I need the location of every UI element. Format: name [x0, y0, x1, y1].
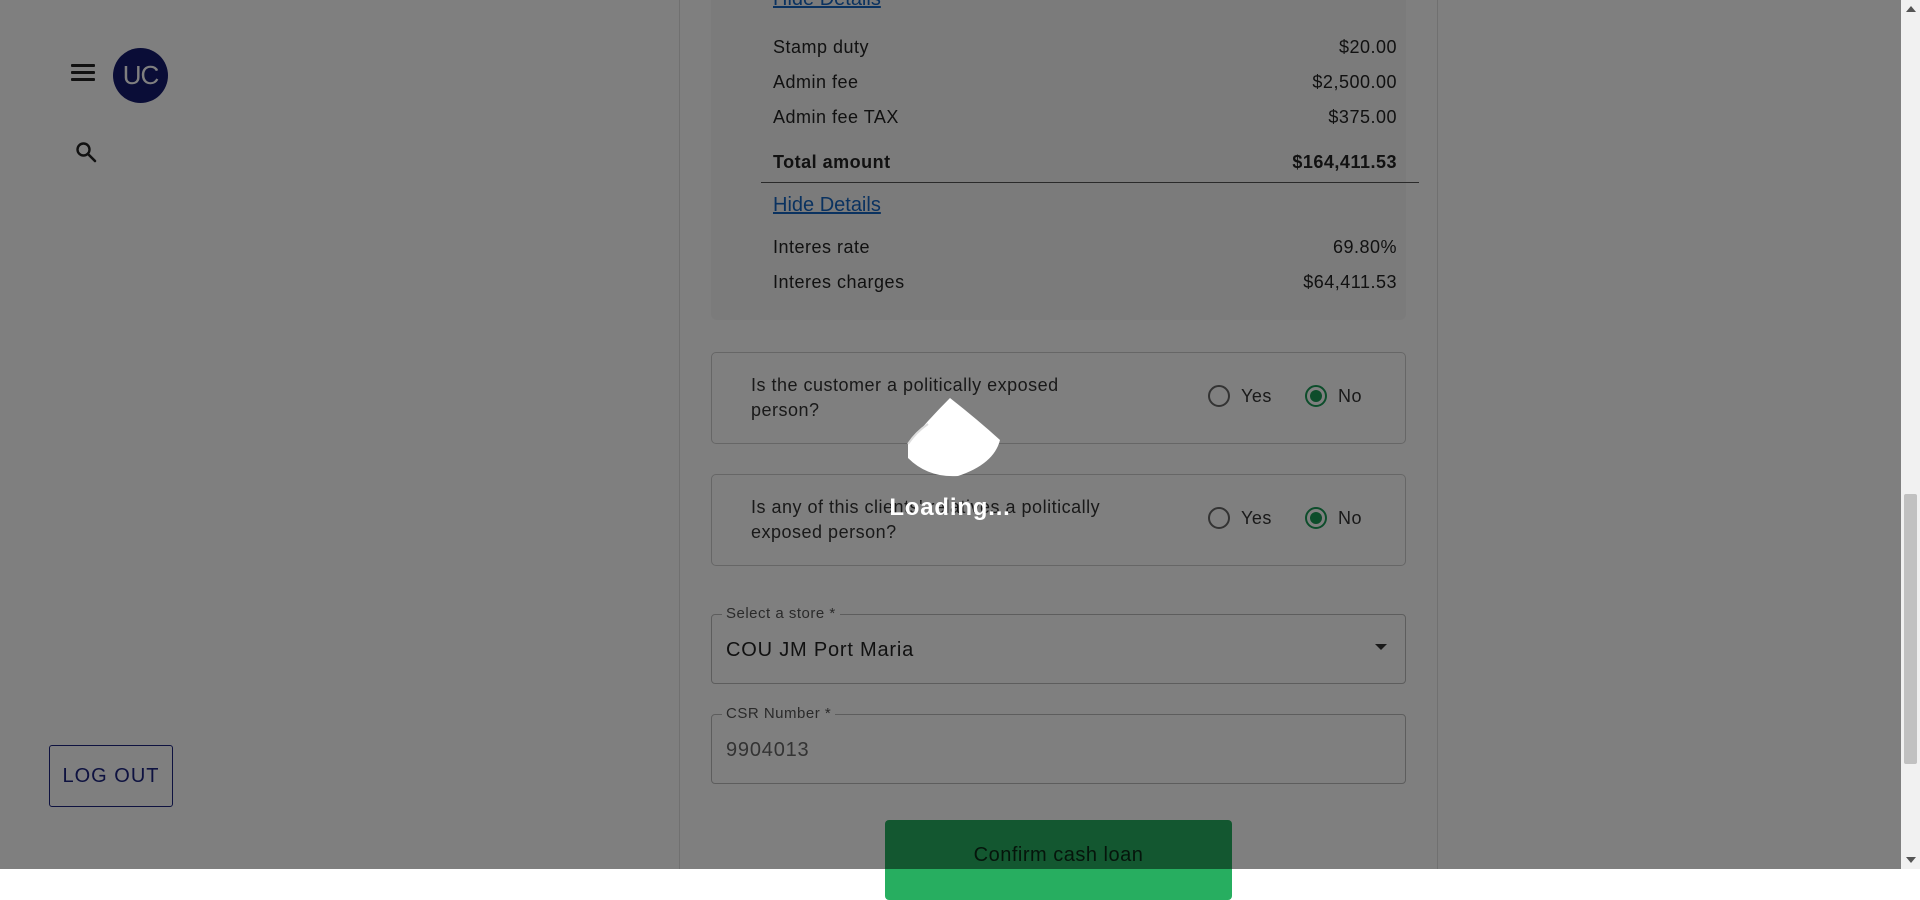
scroll-down-icon[interactable]	[1906, 857, 1916, 863]
loading-text: Loading...	[889, 494, 1011, 521]
scroll-up-icon[interactable]	[1906, 6, 1916, 12]
scrollbar-thumb[interactable]	[1904, 494, 1917, 764]
loading-overlay: Loading...	[0, 0, 1901, 869]
scrollbar[interactable]	[1901, 0, 1920, 869]
loading-spinner-icon	[898, 398, 1002, 478]
